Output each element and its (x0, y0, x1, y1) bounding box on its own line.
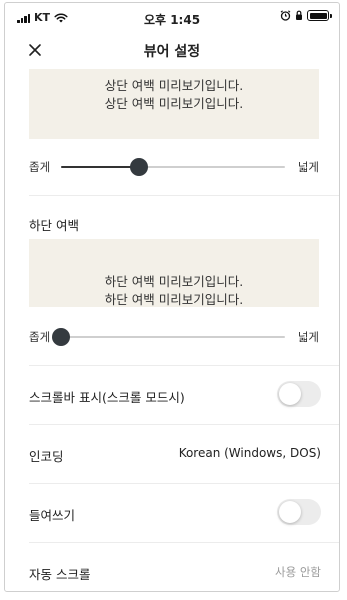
bottom-margin-slider-row: 좁게 넓게 (29, 325, 319, 349)
bottom-slider-min-label: 좁게 (29, 330, 51, 344)
top-margin-slider-track[interactable] (61, 158, 285, 176)
top-preview-line-1: 상단 여백 미리보기입니다. (104, 78, 244, 93)
scrollbar-setting-row: 스크롤바 표시(스크롤 모드시) (29, 375, 321, 415)
header: 뷰어 설정 (5, 31, 339, 69)
indent-setting-row: 들여쓰기 (29, 493, 321, 533)
page-title: 뷰어 설정 (143, 44, 201, 60)
top-margin-preview: 상단 여백 미리보기입니다. 상단 여백 미리보기입니다. (29, 69, 319, 139)
divider (29, 483, 339, 484)
status-right (280, 10, 332, 21)
toggle-knob (279, 383, 301, 405)
orientation-lock-icon (296, 10, 302, 20)
divider (29, 365, 339, 366)
battery-icon (307, 10, 332, 21)
alarm-icon (280, 10, 291, 21)
bottom-preview-line-1: 하단 여백 미리보기입니다. (104, 274, 244, 289)
bottom-margin-slider-track[interactable] (52, 328, 285, 346)
top-margin-slider-fill (61, 166, 140, 168)
top-slider-max-label: 넓게 (297, 160, 319, 174)
top-preview-line-2: 상단 여백 미리보기입니다. (104, 96, 244, 111)
indent-toggle[interactable] (277, 499, 321, 525)
top-margin-slider-thumb[interactable] (130, 158, 149, 176)
autoscroll-setting-row[interactable]: 자동 스크롤 사용 안함 (29, 552, 321, 591)
divider (29, 195, 339, 196)
status-bar: KT 오후 1:45 (5, 3, 339, 31)
autoscroll-setting-label: 자동 스크롤 (29, 567, 91, 582)
bottom-margin-preview: 하단 여백 미리보기입니다. 하단 여백 미리보기입니다. (29, 239, 319, 307)
encoding-setting-row[interactable]: 인코딩 Korean (Windows, DOS) (29, 434, 321, 474)
bottom-preview-line-2: 하단 여백 미리보기입니다. (104, 292, 244, 307)
phone-frame: KT 오후 1:45 뷰어 설정 상단 여백 미리보기입니다. 상단 여백 미리… (4, 2, 340, 592)
bottom-slider-max-label: 넓게 (297, 330, 319, 344)
bottom-margin-label: 하단 여백 (29, 218, 79, 233)
toggle-knob (279, 501, 301, 523)
divider (29, 424, 339, 425)
top-slider-min-label: 좁게 (29, 160, 51, 174)
indent-setting-label: 들여쓰기 (29, 508, 76, 523)
scrollbar-setting-label: 스크롤바 표시(스크롤 모드시) (29, 390, 185, 405)
divider (29, 542, 339, 543)
bottom-margin-slider-thumb[interactable] (52, 328, 70, 346)
encoding-setting-label: 인코딩 (29, 449, 64, 464)
encoding-value[interactable]: Korean (Windows, DOS) (179, 446, 321, 460)
autoscroll-value[interactable]: 사용 안함 (275, 564, 321, 580)
scrollbar-toggle[interactable] (277, 381, 321, 407)
top-margin-slider-row: 좁게 넓게 (29, 155, 319, 179)
screen: KT 오후 1:45 뷰어 설정 상단 여백 미리보기입니다. 상단 여백 미리… (0, 0, 347, 600)
